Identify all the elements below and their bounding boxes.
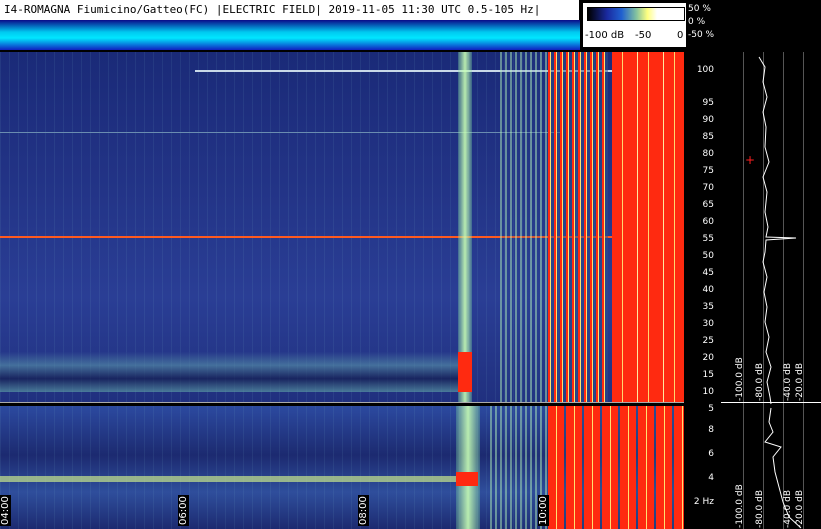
db-label: -20.0 dB bbox=[795, 362, 805, 401]
event-burst bbox=[458, 352, 472, 392]
freq-label: 65 bbox=[702, 200, 714, 210]
freq-label: 60 bbox=[702, 217, 714, 227]
db-label: -100.0 dB bbox=[735, 484, 745, 528]
noise-region bbox=[500, 52, 550, 402]
freq-label: 80 bbox=[702, 149, 714, 159]
low-freq-band bbox=[0, 352, 460, 392]
trace-line bbox=[0, 132, 560, 133]
trace-line bbox=[0, 476, 460, 482]
freq-label: 2 Hz bbox=[693, 497, 714, 507]
interference-region bbox=[612, 52, 684, 402]
db-label: -40.0 dB bbox=[783, 362, 793, 401]
spectrogram-lower bbox=[0, 406, 684, 529]
percent-scale: 50 % 0 % -50 % bbox=[686, 0, 721, 48]
time-label: 04:00 bbox=[0, 495, 11, 526]
time-label: 08:00 bbox=[358, 495, 369, 526]
event-burst bbox=[456, 472, 478, 486]
spectrum-profile: + -100.0 dB -80.0 dB -40.0 dB -20.0 dB -… bbox=[721, 52, 821, 529]
spectrogram-upper bbox=[0, 52, 685, 402]
freq-label: 40 bbox=[702, 285, 714, 295]
freq-label: 15 bbox=[702, 370, 714, 380]
percent-label: -50 % bbox=[688, 30, 715, 40]
header-title: I4-ROMAGNA Fiumicino/Gatteo(FC) |ELECTRI… bbox=[0, 0, 580, 20]
freq-label: 45 bbox=[702, 268, 714, 278]
db-label: -20.0 dB bbox=[795, 489, 805, 528]
marker-icon: + bbox=[745, 153, 755, 167]
scale-label-min: -100 dB bbox=[585, 30, 625, 41]
freq-label: 30 bbox=[702, 319, 714, 329]
event-streak bbox=[458, 52, 472, 402]
freq-label: 25 bbox=[702, 336, 714, 346]
freq-label: 10 bbox=[702, 387, 714, 397]
freq-label: 5 bbox=[708, 404, 714, 414]
time-label: 06:00 bbox=[178, 495, 189, 526]
freq-label: 90 bbox=[702, 115, 714, 125]
freq-label: 85 bbox=[702, 132, 714, 142]
frequency-axis: 100 95 90 85 80 75 70 65 60 55 50 45 40 … bbox=[684, 52, 720, 529]
db-label: -80.0 dB bbox=[755, 489, 765, 528]
freq-label: 35 bbox=[702, 302, 714, 312]
interference-region bbox=[548, 406, 684, 529]
color-scale: -100 dB -50 0 bbox=[582, 2, 688, 48]
percent-label: 0 % bbox=[688, 17, 706, 27]
time-label: 10:00 bbox=[538, 495, 549, 526]
percent-label: 50 % bbox=[688, 4, 711, 14]
freq-label: 75 bbox=[702, 166, 714, 176]
colorbar bbox=[587, 7, 685, 21]
db-label: -40.0 dB bbox=[783, 489, 793, 528]
event-streak bbox=[456, 406, 480, 529]
freq-label: 20 bbox=[702, 353, 714, 363]
db-label: -80.0 dB bbox=[755, 362, 765, 401]
freq-label: 100 bbox=[696, 65, 714, 75]
db-label: -100.0 dB bbox=[735, 357, 745, 401]
freq-label: 95 bbox=[702, 98, 714, 108]
freq-label: 6 bbox=[708, 449, 714, 459]
freq-label: 55 bbox=[702, 234, 714, 244]
freq-label: 8 bbox=[708, 425, 714, 435]
freq-label: 50 bbox=[702, 251, 714, 261]
freq-label: 70 bbox=[702, 183, 714, 193]
scale-label-max: 0 bbox=[677, 30, 684, 41]
freq-label: 4 bbox=[708, 473, 714, 483]
amplitude-band bbox=[0, 20, 580, 50]
scale-label-mid: -50 bbox=[635, 30, 652, 41]
profile-trace: + bbox=[745, 56, 802, 529]
interference-region bbox=[548, 52, 608, 402]
